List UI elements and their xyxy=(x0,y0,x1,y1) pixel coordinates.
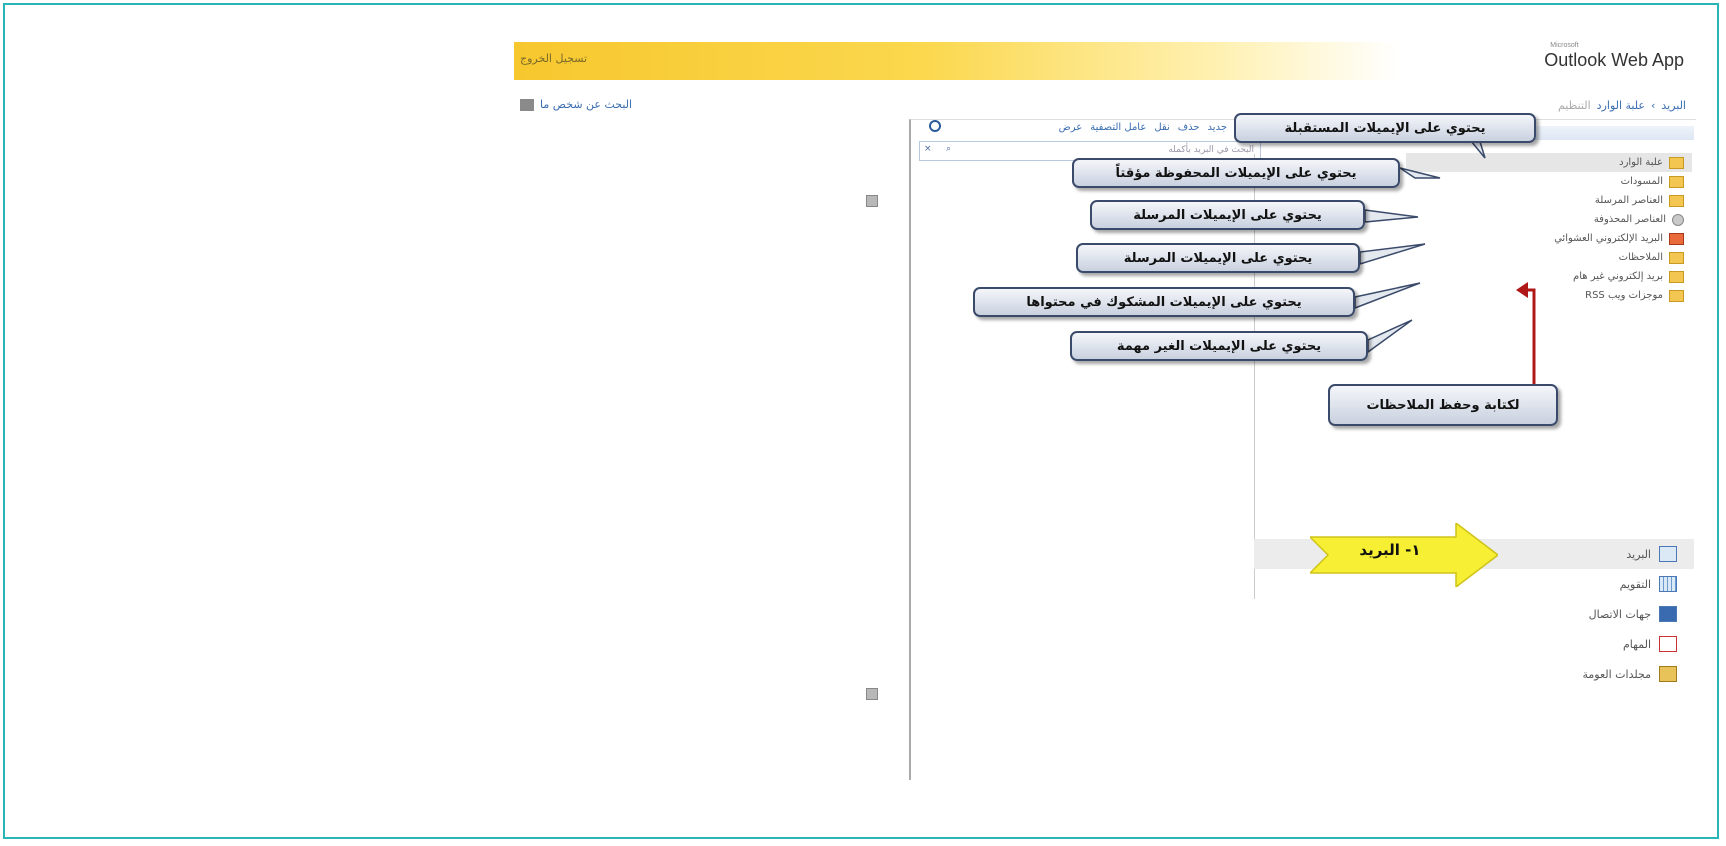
callout-unimportant: يحتوي على الإيميلات الغير مهمة xyxy=(1070,331,1368,361)
mail-arrow-label: ١- البريد xyxy=(1359,541,1421,559)
callout-inbox: يحتوي على الإيميلات المستقبلة xyxy=(1234,113,1536,143)
callout-sent: يحتوي على الإيميلات المرسلة xyxy=(1090,200,1365,230)
callout-junk: يحتوي على الإيميلات المشكوك في محتواها xyxy=(973,287,1355,317)
callout-drafts: يحتوي على الإيميلات المحفوظة مؤقتاً xyxy=(1072,158,1400,188)
callout-notes: لكتابة وحفظ الملاحظات xyxy=(1328,384,1558,426)
callout-deleted: يحتوي على الإيميلات المرسلة xyxy=(1076,243,1360,273)
